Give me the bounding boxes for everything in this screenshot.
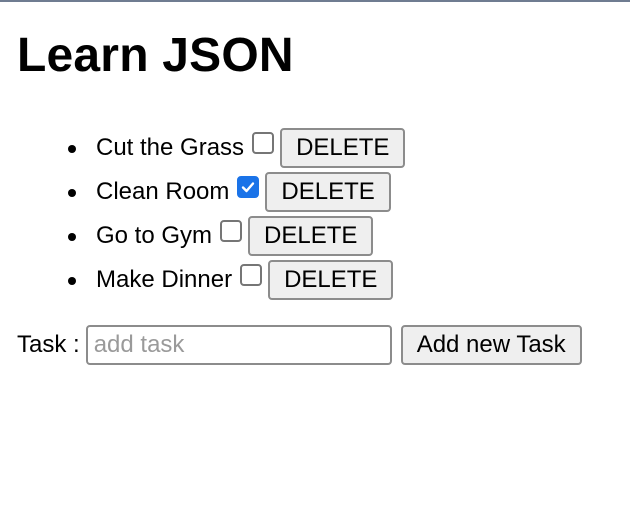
delete-button[interactable]: DELETE (265, 172, 391, 212)
task-checkbox[interactable] (252, 132, 275, 154)
add-task-button[interactable]: Add new Task (400, 325, 582, 365)
page-title: Learn JSON (17, 29, 294, 82)
delete-button[interactable]: DELETE (268, 260, 394, 300)
task-checkbox[interactable] (240, 264, 263, 286)
task-item-cut-the-grass: Cut the Grass DELETE (0, 126, 406, 170)
delete-button[interactable]: DELETE (280, 128, 406, 168)
add-task-form: Task : Add new Task (17, 324, 582, 366)
bullet-icon (68, 277, 76, 285)
bullet-icon (68, 233, 76, 241)
task-field-label: Task : (17, 331, 80, 358)
task-item-clean-room: Clean Room DELETE (0, 170, 405, 214)
task-label: Go to Gym (96, 222, 213, 249)
task-checkbox[interactable] (220, 220, 243, 242)
checkmark-icon (242, 182, 255, 193)
task-item-make-dinner: Make Dinner DELETE (0, 258, 405, 302)
task-label: Make Dinner (96, 266, 233, 293)
task-label: Clean Room (96, 178, 230, 205)
task-item-go-to-gym: Go to Gym DELETE (0, 214, 405, 258)
task-list: Cut the Grass DELETE Clean Room DELETE G… (0, 126, 406, 302)
delete-button[interactable]: DELETE (248, 216, 374, 256)
bullet-icon (68, 189, 76, 197)
bullet-icon (68, 145, 76, 153)
task-input[interactable] (85, 325, 392, 365)
task-checkbox[interactable] (237, 176, 260, 198)
task-label: Cut the Grass (96, 134, 245, 161)
